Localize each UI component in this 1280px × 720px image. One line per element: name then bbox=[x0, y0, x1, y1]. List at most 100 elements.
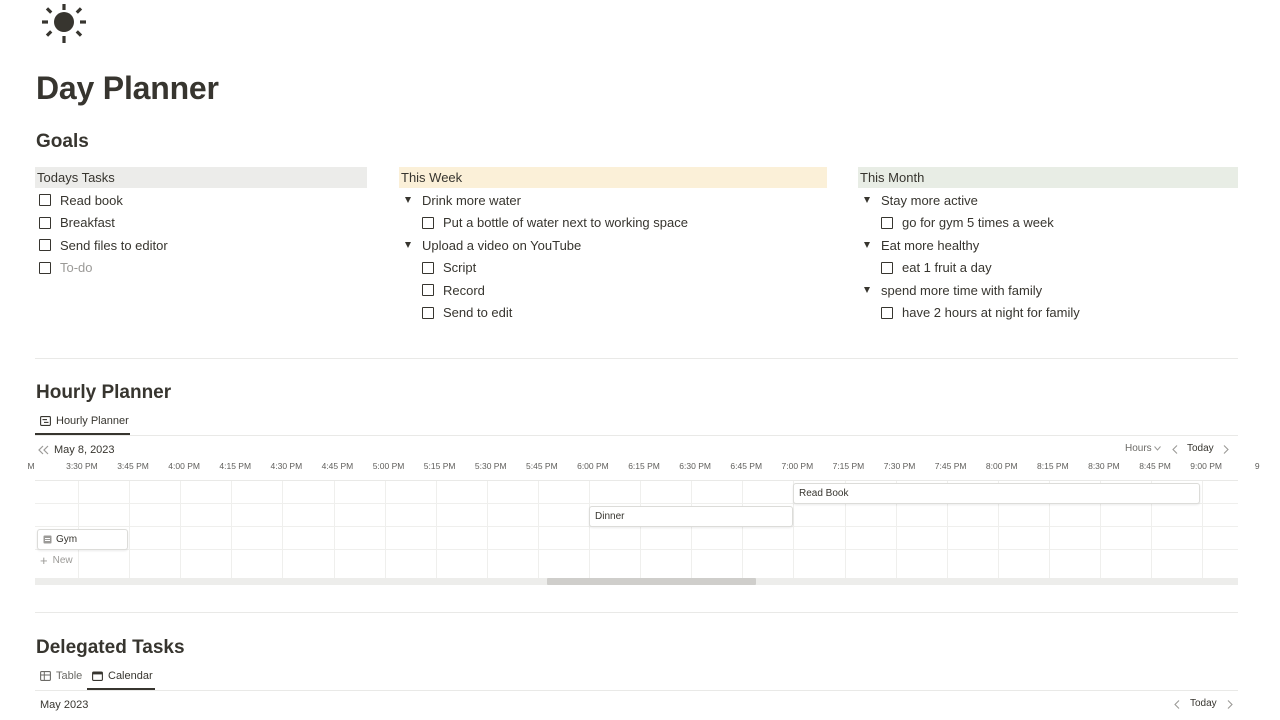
chevron-down-icon bbox=[1153, 446, 1161, 451]
checkbox[interactable] bbox=[39, 239, 51, 252]
timeline-icon bbox=[40, 416, 51, 426]
time-grid-line bbox=[129, 481, 131, 578]
toggle-item[interactable]: Eat more healthy bbox=[858, 234, 1238, 257]
section-divider bbox=[35, 358, 1238, 359]
todays-tasks-header: Todays Tasks bbox=[35, 167, 367, 188]
page-icon bbox=[43, 535, 52, 544]
double-chevron-left-icon[interactable] bbox=[38, 445, 49, 455]
this-week-header: This Week bbox=[399, 167, 827, 188]
tab-hourly-planner[interactable]: Hourly Planner bbox=[40, 411, 129, 431]
time-tick-label: 4:00 PM bbox=[168, 461, 200, 471]
toggle-triangle-icon[interactable] bbox=[864, 242, 870, 249]
todo-item[interactable]: eat 1 fruit a day bbox=[858, 257, 1238, 280]
time-tick-label: 3:30 PM bbox=[66, 461, 98, 471]
event-gym[interactable]: Gym bbox=[37, 529, 128, 550]
chevron-left-icon[interactable] bbox=[1172, 445, 1178, 454]
time-grid-line bbox=[384, 481, 386, 578]
time-tick-label: 3:45 PM bbox=[117, 461, 149, 471]
today-button[interactable]: Today bbox=[1187, 443, 1214, 454]
new-event-button[interactable]: + New bbox=[40, 552, 73, 568]
todo-placeholder[interactable]: To-do bbox=[60, 260, 93, 275]
time-tick-label: 5:45 PM bbox=[526, 461, 558, 471]
todo-item[interactable]: go for gym 5 times a week bbox=[858, 212, 1238, 235]
zoom-label: Hours bbox=[1125, 443, 1152, 454]
time-tick-label: 6:45 PM bbox=[730, 461, 763, 471]
todo-label: go for gym 5 times a week bbox=[902, 215, 1054, 231]
time-grid-line bbox=[742, 481, 744, 578]
toggle-item[interactable]: Stay more active bbox=[858, 189, 1238, 212]
checkbox[interactable] bbox=[422, 216, 434, 229]
new-todo-item[interactable]: To-do bbox=[35, 257, 367, 280]
toggle-triangle-icon[interactable] bbox=[864, 197, 870, 204]
time-tick-label: 5:00 PM bbox=[372, 461, 405, 471]
time-grid-line bbox=[640, 481, 642, 578]
checkbox[interactable] bbox=[422, 261, 434, 274]
toggle-item[interactable]: spend more time with family bbox=[858, 279, 1238, 302]
zoom-select[interactable]: Hours bbox=[1125, 443, 1161, 454]
checkbox[interactable] bbox=[881, 306, 893, 319]
toggle-label: Stay more active bbox=[881, 192, 978, 208]
chevron-right-icon[interactable] bbox=[1223, 445, 1229, 454]
todo-item[interactable]: Script bbox=[399, 257, 827, 280]
tab-label: Calendar bbox=[108, 670, 153, 682]
chevron-right-icon[interactable] bbox=[1227, 700, 1233, 709]
todo-item[interactable]: Put a bottle of water next to working sp… bbox=[399, 212, 827, 235]
todo-item[interactable]: Breakfast bbox=[35, 212, 367, 235]
todo-label: Breakfast bbox=[60, 215, 115, 231]
time-grid-line bbox=[691, 481, 693, 578]
todo-label: have 2 hours at night for family bbox=[902, 305, 1080, 321]
time-tick-label: 9:00 PM bbox=[1190, 461, 1222, 471]
toggle-label: Drink more water bbox=[422, 192, 521, 208]
checkbox[interactable] bbox=[39, 194, 51, 207]
time-tick-label: 8:30 PM bbox=[1088, 461, 1120, 471]
page-title: Day Planner bbox=[36, 70, 219, 106]
toggle-item[interactable]: Upload a video on YouTube bbox=[399, 234, 827, 257]
time-tick-label: 8:00 PM bbox=[985, 461, 1018, 471]
checkbox[interactable] bbox=[881, 261, 893, 274]
tab-calendar[interactable]: Calendar bbox=[92, 666, 153, 686]
tab-label: Hourly Planner bbox=[56, 415, 129, 427]
time-grid-line bbox=[180, 481, 182, 578]
toggle-triangle-icon[interactable] bbox=[405, 197, 411, 204]
tab-bar-divider bbox=[35, 690, 1238, 691]
toggle-triangle-icon[interactable] bbox=[864, 287, 870, 294]
event-dinner[interactable]: Dinner bbox=[589, 506, 793, 527]
time-tick-label: 4:45 PM bbox=[321, 461, 354, 471]
toggle-triangle-icon[interactable] bbox=[405, 242, 411, 249]
row-line bbox=[35, 549, 1238, 550]
checkbox[interactable] bbox=[422, 306, 434, 319]
todo-item[interactable]: Send to edit bbox=[399, 302, 827, 325]
this-week-column: This Week Drink more water Put a bottle … bbox=[399, 167, 827, 324]
todo-item[interactable]: Send files to editor bbox=[35, 234, 367, 257]
todo-item[interactable]: Record bbox=[399, 279, 827, 302]
todo-item[interactable]: have 2 hours at night for family bbox=[858, 302, 1238, 325]
scrollbar-thumb[interactable] bbox=[547, 578, 756, 585]
timeline-date: May 8, 2023 bbox=[54, 444, 115, 456]
toggle-item[interactable]: Drink more water bbox=[399, 189, 827, 212]
checkbox[interactable] bbox=[422, 284, 434, 297]
todo-label: Read book bbox=[60, 192, 123, 208]
event-label: Dinner bbox=[595, 511, 625, 522]
time-tick-label: 6:00 PM bbox=[577, 461, 609, 471]
checkbox[interactable] bbox=[881, 216, 893, 229]
time-grid-line bbox=[435, 481, 437, 578]
today-button[interactable]: Today bbox=[1190, 698, 1217, 709]
chevron-left-icon[interactable] bbox=[1174, 700, 1180, 709]
sun-icon[interactable] bbox=[40, 3, 88, 45]
todo-item[interactable]: Read book bbox=[35, 189, 367, 212]
goals-heading: Goals bbox=[36, 131, 89, 152]
checkbox[interactable] bbox=[39, 216, 51, 229]
time-tick-label: 5:15 PM bbox=[423, 461, 456, 471]
checkbox[interactable] bbox=[39, 261, 51, 274]
todo-label: Record bbox=[443, 282, 485, 298]
event-read-book[interactable]: Read Book bbox=[793, 483, 1200, 504]
timeline-time-axis: M 3:30 PM 3:45 PM 4:00 PM 4:15 PM 4:30 PM 4:45… bbox=[28, 461, 1260, 473]
todo-label: Send files to editor bbox=[60, 237, 168, 253]
time-tick-label: 7:15 PM bbox=[832, 461, 865, 471]
delegated-tasks-heading: Delegated Tasks bbox=[36, 637, 185, 658]
tab-table[interactable]: Table bbox=[40, 666, 82, 686]
tab-bar-divider bbox=[35, 435, 1238, 436]
time-tick-label: 6:15 PM bbox=[628, 461, 660, 471]
plus-icon: + bbox=[40, 552, 48, 568]
time-grid-line bbox=[486, 481, 488, 578]
